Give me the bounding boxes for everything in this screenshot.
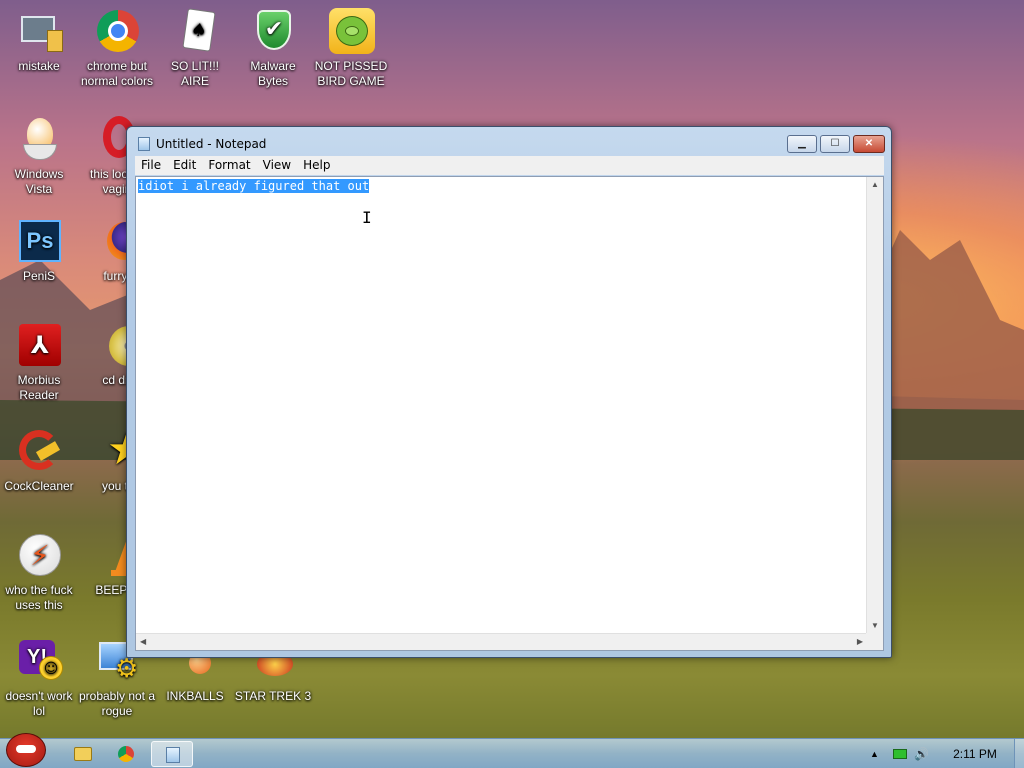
title-bar[interactable]: Untitled - Notepad ▁ ☐ ✕ <box>127 127 891 157</box>
scroll-right-icon[interactable]: ▶ <box>857 637 863 646</box>
menu-help[interactable]: Help <box>297 156 336 172</box>
desktop-icon-doesnt-work[interactable]: Y! ☺ doesn't work lol <box>0 638 78 719</box>
playing-card-icon: ♠ <box>171 8 219 56</box>
scroll-left-icon[interactable]: ◀ <box>140 637 146 646</box>
notepad-window[interactable]: Untitled - Notepad ▁ ☐ ✕ File Edit Format V… <box>126 126 892 658</box>
pdf-reader-icon: ⅄ <box>15 322 63 370</box>
desktop-icon-chrome[interactable]: chrome but normal colors <box>78 8 156 89</box>
computer-icon <box>15 8 63 56</box>
chrome-icon <box>93 8 141 56</box>
text-editor[interactable]: idiot i already figured that out ▲ ▼ ◀ ▶ <box>135 176 884 651</box>
show-hidden-icons-icon[interactable]: ▲ <box>870 749 879 759</box>
scroll-down-icon[interactable]: ▼ <box>871 621 879 630</box>
menu-bar: File Edit Format View Help <box>135 156 884 175</box>
menu-file[interactable]: File <box>135 156 167 172</box>
folder-icon <box>74 747 92 761</box>
notepad-icon <box>138 137 150 151</box>
volume-icon[interactable]: 🔊 <box>914 747 929 761</box>
desktop-icon-bird-game[interactable]: NOT PISSED BIRD GAME <box>312 8 390 89</box>
menu-view[interactable]: View <box>257 156 297 172</box>
ccleaner-icon <box>15 428 63 476</box>
clock[interactable]: 2:11 PM <box>940 747 1010 761</box>
lightning-icon: ⚡ <box>15 532 63 580</box>
desktop-icon-cockcleaner[interactable]: CockCleaner <box>0 428 78 494</box>
battery-icon[interactable] <box>893 749 907 759</box>
notepad-taskbar-icon <box>166 747 180 763</box>
desktop-icon-windows-vista[interactable]: Windows Vista <box>0 116 78 197</box>
yahoo-messenger-icon: Y! ☺ <box>15 638 63 686</box>
horizontal-scrollbar[interactable]: ◀ ▶ <box>136 633 867 650</box>
desktop-icon-morbius-reader[interactable]: ⅄ Morbius Reader <box>0 322 78 403</box>
start-button[interactable] <box>2 731 50 768</box>
shield-icon: ✔ <box>249 8 297 56</box>
vertical-scrollbar[interactable]: ▲ ▼ <box>866 177 883 633</box>
desktop-icon-penis[interactable]: Ps PeniS <box>0 218 78 284</box>
show-desktop-button[interactable] <box>1014 739 1024 768</box>
egg-icon <box>15 116 63 164</box>
taskbar-notepad[interactable] <box>151 741 193 767</box>
desktop-icon-who-uses-this[interactable]: ⚡ who the fuck uses this <box>0 532 78 613</box>
menu-edit[interactable]: Edit <box>167 156 202 172</box>
photoshop-icon: Ps <box>15 218 63 266</box>
close-button[interactable]: ✕ <box>853 135 885 153</box>
minimize-button[interactable]: ▁ <box>787 135 817 153</box>
ibeam-cursor-icon: I <box>362 208 372 227</box>
taskbar-explorer[interactable] <box>62 741 104 767</box>
desktop-icon-malwarebytes[interactable]: ✔ Malware Bytes <box>234 8 312 89</box>
text-content[interactable]: idiot i already figured that out <box>137 179 866 634</box>
chrome-taskbar-icon <box>118 746 134 762</box>
taskbar-chrome[interactable] <box>106 741 148 767</box>
desktop-icon-mistake[interactable]: mistake <box>0 8 78 74</box>
menu-format[interactable]: Format <box>202 156 256 172</box>
window-title: Untitled - Notepad <box>156 137 267 151</box>
taskbar: ▲ 🔊 2:11 PM <box>0 733 1024 768</box>
green-pig-icon <box>327 8 375 56</box>
desktop-icon-solitaire[interactable]: ♠ SO LIT!!! AIRE <box>156 8 234 89</box>
selected-text: idiot i already figured that out <box>138 179 370 193</box>
scrollbar-corner <box>866 633 883 650</box>
scroll-up-icon[interactable]: ▲ <box>871 180 879 189</box>
maximize-button[interactable]: ☐ <box>820 135 850 153</box>
